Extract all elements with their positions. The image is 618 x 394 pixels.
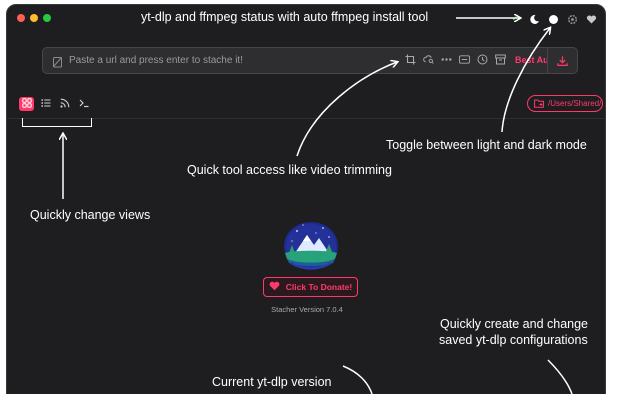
annotation-configs-line1: Quickly create and change: [440, 317, 589, 331]
stacher-logo: [281, 217, 341, 278]
url-bar: Best Au: [42, 47, 578, 74]
subtitles-icon[interactable]: [459, 54, 470, 65]
annotation-toggle-theme: Toggle between light and dark mode: [386, 138, 587, 152]
quality-selector[interactable]: Best Au: [515, 55, 549, 65]
heart-icon[interactable]: [586, 14, 597, 25]
terminal-icon: [79, 95, 89, 113]
download-button[interactable]: [547, 48, 577, 73]
rss-view-button[interactable]: [57, 97, 72, 111]
annotation-quick-tool: Quick tool access like video trimming: [187, 163, 392, 177]
list-icon: [40, 95, 51, 113]
gear-icon[interactable]: [567, 14, 578, 25]
crop-icon[interactable]: [405, 54, 416, 65]
minimize-window-button[interactable]: [30, 14, 38, 22]
annotation-change-views: Quickly change views: [30, 208, 151, 222]
view-switcher: [19, 97, 91, 111]
grid-view-button[interactable]: [19, 97, 34, 111]
list-view-button[interactable]: [38, 97, 53, 111]
theme-toggle-icon[interactable]: [529, 14, 540, 25]
more-icon[interactable]: [441, 54, 452, 65]
views-bracket: [22, 118, 92, 127]
app-version: Stacher Version 7.0.4: [271, 305, 343, 314]
title-annotation: yt-dlp and ffmpeg status with auto ffmpe…: [141, 10, 429, 24]
annotation-version-note: Current yt-dlp version: [212, 375, 332, 389]
url-input[interactable]: [69, 48, 389, 73]
donate-button[interactable]: Click To Donate!: [263, 277, 358, 297]
cloud-search-icon[interactable]: [423, 54, 434, 65]
light-mode-icon[interactable]: [548, 14, 559, 25]
folder-icon: [534, 96, 544, 111]
donate-label: Click To Donate!: [285, 282, 353, 292]
terminal-view-button[interactable]: [76, 97, 91, 111]
annotation-configs-line2: saved yt-dlp configurations: [439, 333, 588, 347]
save-path-button[interactable]: /Users/Shared/: [527, 95, 603, 112]
heart-icon: [269, 278, 280, 296]
save-path-label: /Users/Shared/: [548, 99, 602, 108]
check-icon[interactable]: ✓: [510, 14, 521, 25]
rss-icon: [59, 95, 70, 113]
clipboard-icon[interactable]: [52, 55, 63, 73]
titlebar-toolbar: ✓: [510, 13, 597, 25]
grid-icon: [21, 95, 32, 113]
clock-icon[interactable]: [477, 54, 488, 65]
quick-tools: Best Au: [405, 54, 549, 65]
toolbar-divider: [7, 118, 605, 119]
download-icon: [557, 55, 568, 66]
maximize-window-button[interactable]: [43, 14, 51, 22]
archive-icon[interactable]: [495, 54, 506, 65]
close-window-button[interactable]: [17, 14, 25, 22]
